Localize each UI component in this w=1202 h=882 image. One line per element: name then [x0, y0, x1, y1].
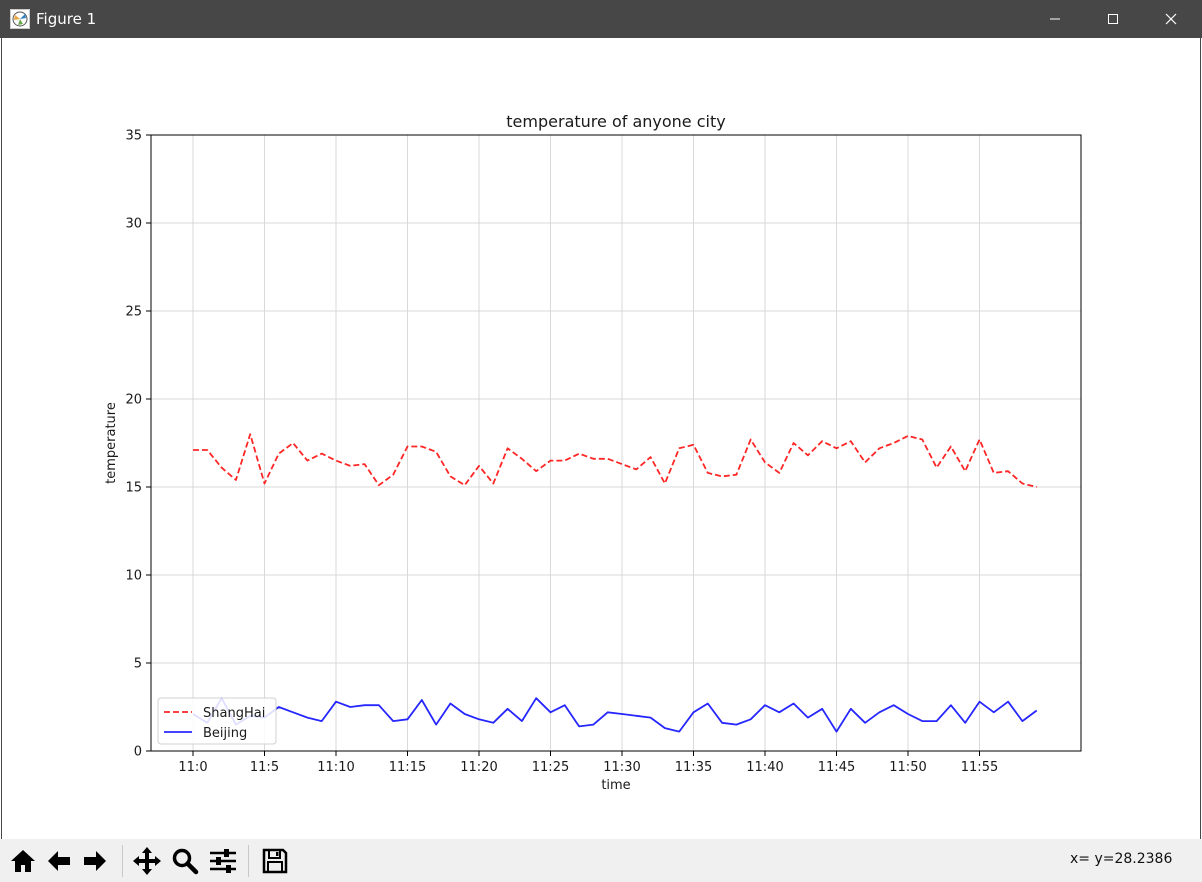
x-tick-label: 11:30: [603, 760, 640, 775]
x-tick-label: 11:50: [889, 760, 926, 775]
save-icon: [262, 848, 288, 874]
configure-subplots-button[interactable]: [206, 843, 240, 879]
x-tick-label: 11:45: [818, 760, 855, 775]
zoom-button[interactable]: [168, 843, 202, 879]
maximize-icon: [1108, 14, 1118, 24]
legend: ShangHai Beijing: [157, 697, 277, 745]
x-tick-label: 11:5: [250, 760, 279, 775]
toolbar-separator: [122, 845, 123, 877]
x-tick-label: 11:55: [961, 760, 998, 775]
y-tick-label: 30: [125, 217, 142, 232]
y-tick-label: 35: [125, 129, 142, 144]
line-chart[interactable]: 11:0 11:5 11:10 11:15 11:20 11:25 11:30 11:35 11…: [0, 38, 1202, 839]
x-tick-label: 11:35: [675, 760, 712, 775]
pan-button[interactable]: [130, 843, 164, 879]
axes-frame: [150, 134, 1082, 752]
zoom-icon: [172, 848, 199, 875]
y-axis-label: temperature: [104, 402, 119, 484]
minimize-icon: [1050, 18, 1060, 20]
y-tick-label: 20: [125, 393, 142, 408]
window-title: Figure 1: [36, 10, 97, 28]
series-line-beijing: [192, 697, 1038, 733]
x-tick-label: 11:20: [460, 760, 497, 775]
window-titlebar: Figure 1: [0, 0, 1202, 38]
series-line-shanghai: [193, 433, 1037, 488]
y-tick-label: 10: [125, 569, 142, 584]
grid-lines: [151, 134, 1081, 752]
x-tick-label: 11:40: [746, 760, 783, 775]
minimize-button[interactable]: [1026, 0, 1084, 38]
back-arrow-icon: [48, 851, 70, 871]
chart-title: temperature of anyone city: [506, 112, 725, 131]
toolbar-separator: [248, 845, 249, 877]
home-button[interactable]: [6, 843, 40, 879]
navigation-toolbar: x= y=28.2386: [0, 839, 1202, 882]
forward-arrow-icon: [84, 851, 106, 871]
x-tick-label: 11:25: [532, 760, 569, 775]
legend-label-beijing: Beijing: [203, 726, 247, 741]
x-tick-label: 11:0: [178, 760, 207, 775]
configure-subplots-icon: [210, 849, 236, 873]
x-axis-label: time: [601, 778, 630, 793]
save-button[interactable]: [258, 843, 292, 879]
forward-button[interactable]: [78, 843, 112, 879]
maximize-button[interactable]: [1084, 0, 1142, 38]
x-tick-label: 11:10: [317, 760, 354, 775]
back-button[interactable]: [42, 843, 76, 879]
home-icon: [11, 850, 35, 872]
y-axis-ticks: 0 5 10 15 20 25 30 35: [125, 129, 151, 760]
pan-icon: [133, 847, 161, 875]
x-axis-ticks: 11:0 11:5 11:10 11:15 11:20 11:25 11:30 11:35 11…: [178, 751, 998, 775]
x-tick-label: 11:15: [389, 760, 426, 775]
legend-label-shanghai: ShangHai: [203, 706, 265, 721]
y-tick-label: 5: [134, 657, 142, 672]
y-tick-label: 15: [125, 481, 142, 496]
y-tick-label: 0: [134, 745, 142, 760]
y-tick-label: 25: [125, 305, 142, 320]
cursor-coordinates: x= y=28.2386: [1070, 851, 1173, 867]
matplotlib-figure-icon: [10, 9, 30, 29]
close-button[interactable]: [1142, 0, 1200, 38]
series-layer: [192, 433, 1038, 733]
close-icon: [1165, 13, 1177, 25]
